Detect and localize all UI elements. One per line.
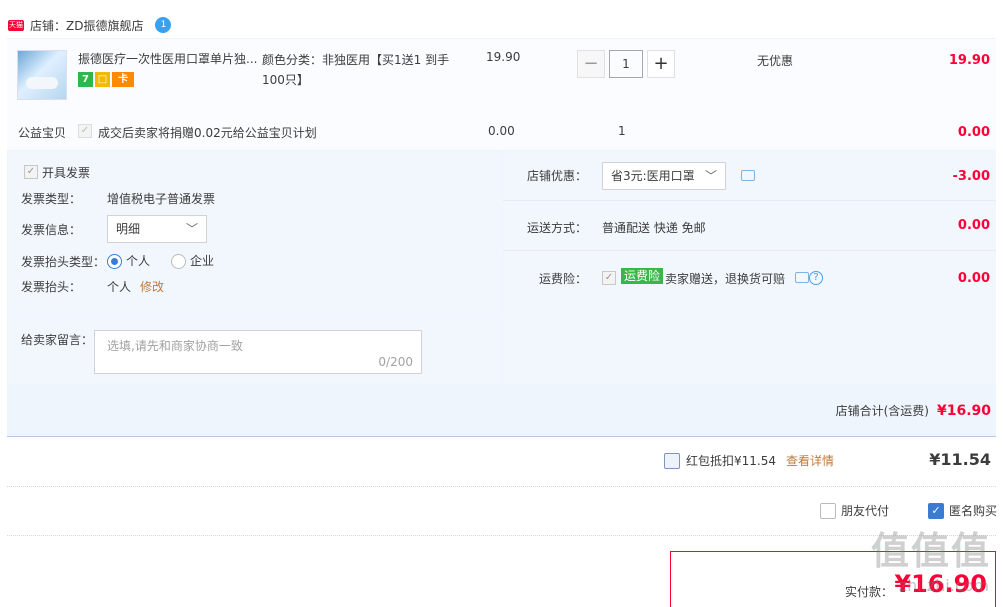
quantity-stepper: − 1 + [577, 50, 675, 78]
product-thumbnail[interactable] [17, 50, 67, 100]
watermark-site: zhi.zhi.com [898, 576, 989, 595]
watermark-logo: 值值值 [870, 529, 991, 573]
shop-total-label: 店铺合计(含运费) [835, 404, 929, 418]
invoice-checkbox[interactable]: ✓ [24, 165, 38, 179]
item-subtotal: 19.90 [948, 53, 990, 68]
invoice-type-value: 增值税电子普通发票 [107, 192, 216, 206]
item-sku: 颜色分类：非独医用【买1送1 到手100只】 [262, 53, 450, 87]
chevron-down-icon: ﹀ [704, 169, 717, 183]
insurance-text: 卖家赠送，退换货可赔 [665, 272, 786, 286]
divider [7, 486, 996, 487]
gongyi-text: 成交后卖家将捐赠0.02元给公益宝贝计划 [98, 126, 317, 140]
divider [7, 535, 996, 536]
radio-company[interactable]: 企业 [171, 252, 214, 269]
gongyi-price: 0.00 [488, 124, 515, 138]
radio-personal-icon [107, 254, 122, 269]
hongbao-detail-link[interactable]: 查看详情 [786, 452, 834, 469]
shop-coupon-select[interactable]: 省3元:医用口罩 ﹀ [602, 162, 726, 190]
shipping-value: 普通配送 快递 免邮 [602, 221, 706, 235]
item-title[interactable]: 振德医疗一次性医用口罩单片独... [78, 50, 258, 68]
decrease-button[interactable]: − [577, 50, 605, 78]
invoice-head-value: 个人 [107, 280, 132, 294]
gongyi-checkbox: ✓ [78, 124, 92, 138]
gongyi-subtotal: 0.00 [957, 125, 990, 140]
seven-day-return-icon: 7 [78, 72, 93, 87]
gongyi-qty: 1 [618, 124, 626, 138]
wangwang-chat-icon[interactable]: 1 [155, 17, 172, 33]
shop-coupon-amount: -3.00 [952, 169, 990, 184]
radio-company-label: 企业 [190, 254, 215, 268]
invoice-modify-link[interactable]: 修改 [140, 278, 164, 295]
insurance-amount: 0.00 [957, 271, 990, 286]
divider [503, 200, 996, 201]
shop-total: 店铺合计(含运费) ¥16.90 [836, 402, 991, 419]
invoice-info-select[interactable]: 明细 ﹀ [107, 215, 207, 243]
chevron-down-icon: ﹀ [185, 222, 198, 236]
message-char-count: 0/200 [378, 355, 413, 369]
shop-header: 天猫 店铺：ZD振德旗舰店 1 [8, 14, 172, 36]
help-icon[interactable]: ? [809, 271, 823, 285]
shop-coupon-label: 店铺优惠： [527, 169, 588, 183]
increase-button[interactable]: + [647, 50, 675, 78]
message-textarea[interactable]: 选填,请先和商家协商一致 0/200 [94, 330, 422, 374]
invoice-type-label: 发票类型： [21, 192, 82, 206]
comment-icon[interactable] [795, 272, 809, 283]
hongbao-checkbox[interactable] [664, 452, 680, 469]
guarantee-icon: □ [95, 72, 110, 87]
pay-label: 实付款： [844, 585, 893, 599]
service-tags: 7 □ 卡 [78, 69, 258, 87]
message-placeholder: 选填,请先和商家协商一致 [107, 339, 243, 353]
shop-name[interactable]: 店铺：ZD振德旗舰店 [30, 17, 143, 34]
credit-card-icon: 卡 [112, 72, 134, 87]
hongbao-amount: ¥11.54 [929, 450, 991, 469]
item-discount: 无优惠 [757, 54, 794, 68]
item-price: 19.90 [486, 50, 521, 64]
insurance-tag: 运费险 [621, 268, 664, 284]
anonymous-label: 匿名购买 [949, 504, 998, 518]
radio-personal-label: 个人 [126, 254, 151, 268]
radio-personal[interactable]: 个人 [107, 252, 150, 269]
message-label: 给卖家留言： [21, 333, 94, 347]
shipping-amount: 0.00 [957, 218, 990, 233]
invoice-head-type-label: 发票抬头类型： [21, 255, 106, 269]
hongbao-row: 红包抵扣¥11.54 查看详情 [664, 452, 834, 469]
insurance-label: 运费险： [539, 272, 588, 286]
anonymous-checkbox[interactable]: ✓ [928, 502, 944, 519]
invoice-info-value: 明细 [116, 222, 141, 236]
comment-icon[interactable] [741, 170, 755, 181]
invoice-head-label: 发票抬头： [21, 280, 82, 294]
gongyi-label: 公益宝贝 [18, 126, 67, 140]
item-title-block: 振德医疗一次性医用口罩单片独... 7 □ 卡 [78, 50, 258, 87]
divider [503, 250, 996, 251]
tmall-badge-icon: 天猫 [8, 19, 24, 31]
invoice-info-label: 发票信息： [21, 223, 82, 237]
hongbao-label: 红包抵扣¥11.54 [686, 454, 776, 468]
friend-pay-checkbox[interactable] [820, 502, 836, 519]
shop-total-value: ¥16.90 [936, 403, 991, 419]
friend-pay-option[interactable]: 朋友代付 [820, 502, 889, 519]
anonymous-option[interactable]: ✓ 匿名购买 [928, 502, 997, 519]
shipping-label: 运送方式： [527, 221, 588, 235]
delivery-section [503, 151, 996, 384]
friend-pay-label: 朋友代付 [841, 504, 890, 518]
insurance-checkbox: ✓ [602, 271, 616, 285]
invoice-open-label: 开具发票 [42, 166, 91, 180]
quantity-input[interactable]: 1 [609, 50, 643, 78]
radio-company-icon [171, 254, 186, 269]
shop-coupon-value: 省3元:医用口罩 [611, 169, 695, 183]
